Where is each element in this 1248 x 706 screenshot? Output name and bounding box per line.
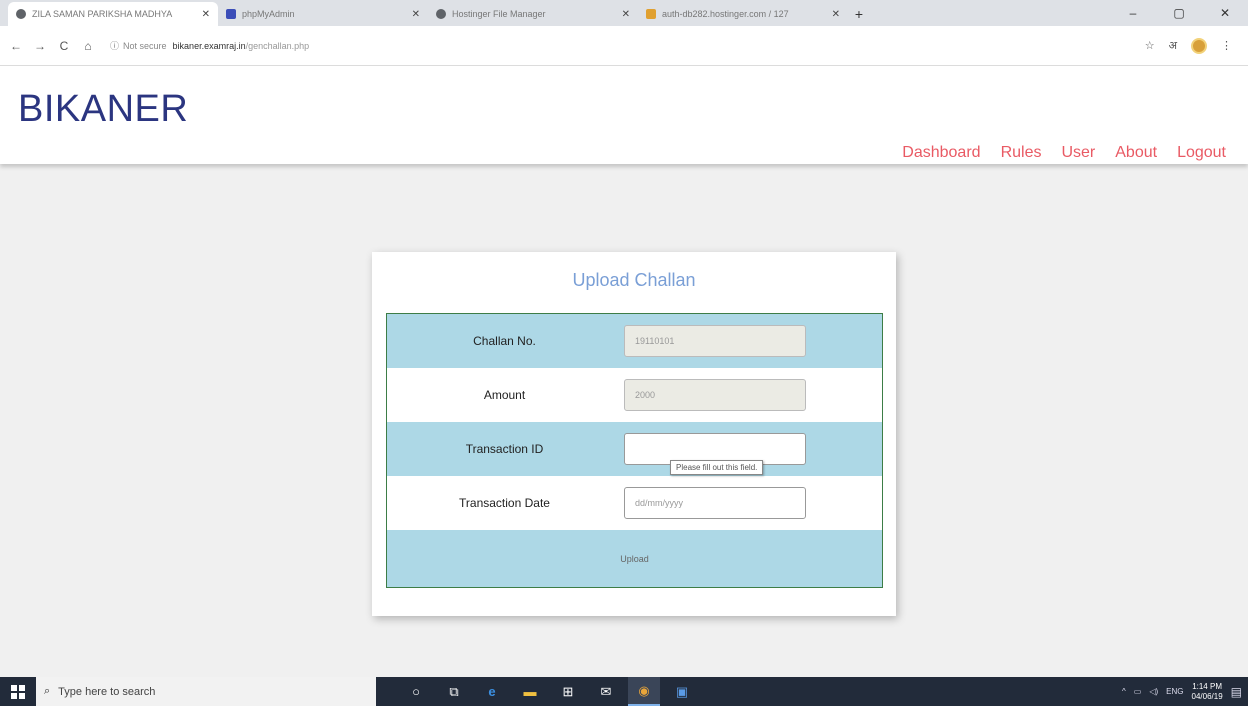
browser-tab[interactable]: auth-db282.hostinger.com / 127 ✕ [638, 2, 848, 26]
reload-button[interactable]: C [54, 36, 74, 56]
address-bar[interactable]: ⓘ Not secure bikaner.examraj.in /genchal… [110, 35, 1145, 57]
home-button[interactable]: ⌂ [78, 36, 98, 56]
maximize-button[interactable]: ▢ [1156, 0, 1202, 26]
globe-icon [16, 9, 26, 19]
language-indicator[interactable]: ENG [1166, 687, 1183, 696]
amount-label: Amount [483, 388, 526, 402]
site-header: BIKANER Dashboard Rules User About Logou… [0, 66, 1248, 164]
system-tray: ^ ▭ ◁) ENG 1:14 PM 04/06/19 ▤ [1122, 677, 1248, 706]
tab-title: phpMyAdmin [242, 9, 295, 19]
info-icon[interactable]: ⓘ [110, 39, 119, 52]
browser-tab[interactable]: Hostinger File Manager ✕ [428, 2, 638, 26]
volume-icon[interactable]: ◁) [1149, 687, 1158, 696]
avatar[interactable] [1191, 37, 1207, 54]
minimize-button[interactable]: – [1110, 0, 1156, 26]
upload-button[interactable]: Upload [620, 554, 649, 564]
taskbar-apps: ○ ⧉ e ▬ ⊞ ✉ ◉ ▣ [400, 677, 698, 706]
forward-button[interactable]: → [30, 36, 50, 56]
nav-about[interactable]: About [1115, 144, 1157, 162]
search-icon: ⌕ [44, 685, 51, 697]
challan-no-field[interactable]: 19110101 [624, 325, 806, 357]
url-domain: bikaner.examraj.in [172, 40, 246, 51]
edge-icon[interactable]: e [476, 677, 508, 706]
taskbar: ⌕ Type here to search ○ ⧉ e ▬ ⊞ ✉ ◉ ▣ ^ … [0, 677, 1248, 706]
tab-title: auth-db282.hostinger.com / 127 [662, 9, 789, 19]
store-icon[interactable]: ⊞ [552, 677, 584, 706]
challan-no-label: Challan No. [473, 334, 536, 348]
network-icon[interactable]: ▭ [1134, 687, 1142, 696]
windows-start-icon[interactable] [0, 677, 36, 706]
phpmyadmin-icon [226, 9, 236, 19]
form-row-transaction-date: Transaction Date dd/mm/yyyy [387, 476, 882, 530]
clock[interactable]: 1:14 PM 04/06/19 [1192, 682, 1223, 700]
close-window-button[interactable]: ✕ [1202, 0, 1248, 26]
translate-icon[interactable]: अ [1169, 38, 1177, 53]
file-explorer-icon[interactable]: ▬ [514, 677, 546, 706]
mail-icon[interactable]: ✉ [590, 677, 622, 706]
taskbar-search[interactable]: ⌕ Type here to search [36, 677, 376, 706]
menu-icon[interactable]: ⋮ [1221, 39, 1232, 52]
close-icon[interactable]: ✕ [622, 9, 630, 20]
back-button[interactable]: ← [6, 36, 26, 56]
security-label: Not secure [123, 40, 167, 51]
main-nav: Dashboard Rules User About Logout [902, 144, 1226, 162]
nav-rules[interactable]: Rules [1001, 144, 1042, 162]
challan-form: Challan No. 19110101 Amount 2000 Transac… [386, 313, 883, 588]
task-view-icon[interactable]: ⧉ [438, 677, 470, 706]
transaction-id-label: Transaction ID [465, 442, 544, 456]
clock-time: 1:14 PM [1192, 682, 1222, 692]
form-title: Upload Challan [572, 270, 696, 290]
nav-user[interactable]: User [1061, 144, 1095, 162]
transaction-date-label: Transaction Date [459, 496, 550, 510]
chevron-up-icon[interactable]: ^ [1122, 687, 1126, 696]
chrome-icon[interactable]: ◉ [628, 677, 660, 706]
window-controls: – ▢ ✕ [1110, 0, 1248, 26]
clock-date: 04/06/19 [1191, 691, 1223, 701]
new-tab-button[interactable]: + [848, 2, 870, 26]
form-row-transaction-id: Transaction ID [387, 422, 882, 476]
close-icon[interactable]: ✕ [202, 9, 210, 20]
form-row-amount: Amount 2000 [387, 368, 882, 422]
amount-field[interactable]: 2000 [624, 379, 806, 411]
notification-icon[interactable]: ▤ [1231, 685, 1242, 699]
cortana-icon[interactable]: ○ [400, 677, 432, 706]
hostinger-icon [646, 9, 656, 19]
close-icon[interactable]: ✕ [412, 9, 420, 20]
tab-title: ZILA SAMAN PARIKSHA MADHYA [32, 9, 173, 19]
site-brand[interactable]: BIKANER [18, 88, 188, 131]
upload-challan-card: Upload Challan Challan No. 19110101 Amou… [372, 252, 896, 616]
globe-icon [436, 9, 446, 19]
form-row-challan-no: Challan No. 19110101 [387, 314, 882, 368]
nav-logout[interactable]: Logout [1177, 144, 1226, 162]
transaction-date-input[interactable]: dd/mm/yyyy [624, 487, 806, 519]
close-icon[interactable]: ✕ [832, 9, 840, 20]
browser-tab[interactable]: ZILA SAMAN PARIKSHA MADHYA ✕ [8, 2, 218, 26]
browser-tab-strip: ZILA SAMAN PARIKSHA MADHYA ✕ phpMyAdmin … [0, 0, 1248, 26]
bookmark-star-icon[interactable]: ☆ [1145, 39, 1155, 52]
url-path: /genchallan.php [245, 40, 310, 51]
form-row-submit: Upload [387, 530, 882, 587]
browser-toolbar: ← → C ⌂ ⓘ Not secure bikaner.examraj.in … [0, 26, 1248, 66]
validation-tooltip: Please fill out this field. [670, 460, 764, 475]
browser-tab[interactable]: phpMyAdmin ✕ [218, 2, 428, 26]
tab-title: Hostinger File Manager [452, 9, 546, 19]
search-placeholder: Type here to search [58, 685, 156, 698]
nav-dashboard[interactable]: Dashboard [902, 144, 980, 162]
app-icon[interactable]: ▣ [666, 677, 698, 706]
